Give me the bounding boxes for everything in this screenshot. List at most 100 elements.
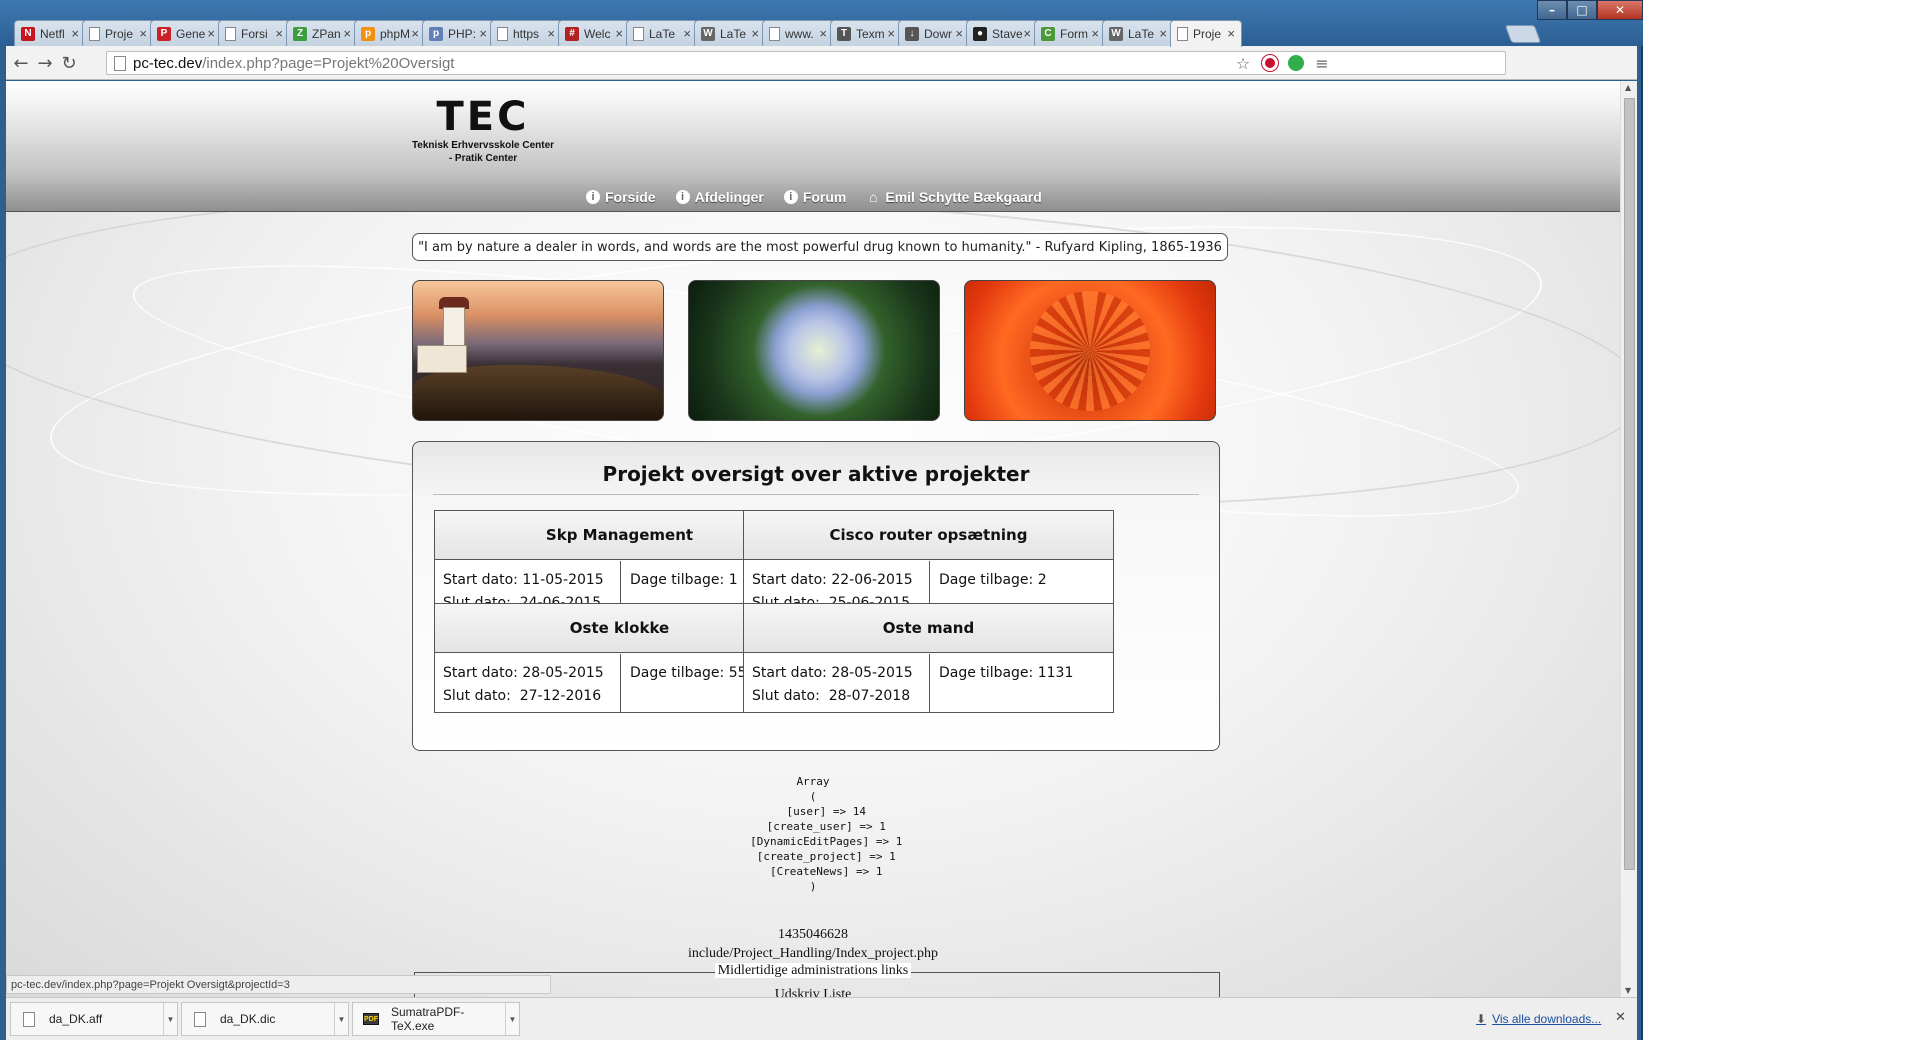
end-date: 27-12-2016 (519, 688, 602, 704)
logo-mark: TEC (436, 94, 530, 140)
scroll-down-arrow-icon[interactable]: ▼ (1625, 986, 1631, 995)
project-days: Dage tilbage: 1131 (931, 654, 1113, 713)
close-icon[interactable]: × (1023, 26, 1031, 41)
adblock-icon[interactable] (1261, 54, 1279, 72)
main-nav: i Forside i Afdelinger i Forum ⌂ Emil Sc… (586, 189, 1042, 205)
close-icon[interactable]: × (139, 26, 147, 41)
close-icon[interactable]: × (547, 26, 555, 41)
status-bubble: pc-tec.dev/index.php?page=Projekt Oversi… (6, 975, 551, 994)
close-icon[interactable]: × (207, 26, 215, 41)
minimize-button[interactable]: – (1537, 0, 1567, 20)
browser-tab[interactable]: T Texm × (830, 20, 902, 46)
browser-tab[interactable]: C Form × (1034, 20, 1106, 46)
browser-window: N Netfl × Proje × P Gene × Forsi × Z ZPan × p phpM × p PH… (0, 0, 1643, 1040)
browser-tab[interactable]: ↓ Dowr × (898, 20, 970, 46)
cliff-shape (413, 365, 663, 420)
close-icon[interactable]: × (683, 26, 691, 41)
nav-item-forum[interactable]: i Forum (783, 189, 847, 205)
scrollbar-thumb[interactable] (1624, 98, 1635, 870)
page-icon (225, 26, 236, 41)
download-icon: ↓ (905, 26, 919, 41)
download-name: SumatraPDF-TeX.exe (391, 1005, 465, 1033)
desktop: N Netfl × Proje × P Gene × Forsi × Z ZPan × p phpM × p PH… (0, 0, 1914, 1040)
project-card[interactable]: Oste mand Start dato: 28-05-2015 Slut da… (743, 603, 1114, 713)
scroll-up-arrow-icon[interactable]: ▲ (1625, 83, 1631, 92)
browser-tab[interactable]: p phpM × (354, 20, 426, 46)
chevron-down-icon[interactable]: ▼ (334, 1003, 348, 1035)
zpanel-icon: Z (293, 26, 307, 41)
menu-icon[interactable]: ≡ (1313, 54, 1331, 73)
browser-tab[interactable]: Forsi × (218, 20, 290, 46)
show-all-downloads-link[interactable]: ⬇ Vis alle downloads... (1476, 1012, 1601, 1026)
chevron-down-icon[interactable]: ▼ (163, 1003, 177, 1035)
tec-logo[interactable]: TEC Teknisk Erhvervsskole Center - Prati… (408, 95, 558, 165)
chrysanthemum-photo (964, 280, 1216, 421)
page-viewport[interactable]: TEC Teknisk Erhvervsskole Center - Prati… (6, 81, 1637, 997)
window-controls: – □ ✕ (1537, 0, 1643, 20)
back-button[interactable]: ← (10, 52, 32, 74)
close-icon[interactable]: × (615, 26, 623, 41)
hydrangea-photo (688, 280, 940, 421)
browser-tab[interactable]: Proje × (1170, 20, 1242, 47)
exe-icon: PDF (363, 1013, 379, 1025)
address-path: /index.php?page=Projekt%20Oversigt (202, 54, 455, 72)
page-icon (497, 26, 508, 41)
close-icon[interactable]: × (71, 26, 79, 41)
browser-tab[interactable]: LaTe × (626, 20, 698, 46)
page-icon (633, 26, 644, 41)
forward-button[interactable]: → (34, 52, 56, 74)
close-icon[interactable]: × (343, 26, 351, 41)
projects-title: Projekt oversigt over aktive projekter (602, 462, 1030, 486)
download-item[interactable]: da_DK.dic ▼ (181, 1002, 349, 1036)
nav-item-afdelinger[interactable]: i Afdelinger (675, 189, 764, 205)
project-dates: Start dato: 28-05-2015 Slut dato: 27-12-… (435, 654, 621, 713)
info-icon: i (783, 190, 798, 204)
close-window-button[interactable]: ✕ (1597, 0, 1643, 20)
days-value: 1 (728, 572, 738, 588)
close-icon[interactable]: × (275, 26, 283, 41)
close-icon[interactable]: × (1227, 26, 1235, 41)
close-icon[interactable]: × (479, 26, 487, 41)
close-icon[interactable]: × (819, 26, 827, 41)
nav-item-forside[interactable]: i Forside (586, 189, 656, 205)
project-name[interactable]: Oste mand (744, 604, 1113, 653)
extension-icon[interactable] (1287, 54, 1305, 72)
browser-tab[interactable]: www. × (762, 20, 834, 46)
new-tab-button[interactable] (1504, 25, 1542, 43)
close-icon[interactable]: ✕ (1615, 1010, 1626, 1025)
bookmark-star-icon[interactable]: ☆ (1234, 54, 1252, 73)
chevron-down-icon[interactable]: ▼ (505, 1003, 519, 1035)
close-icon[interactable]: × (1091, 26, 1099, 41)
browser-tab[interactable]: https × (490, 20, 562, 46)
logo-line-1: Teknisk Erhvervsskole Center (411, 140, 555, 151)
vertical-scrollbar[interactable]: ▲ ▼ (1620, 81, 1637, 997)
browser-tab[interactable]: Proje × (82, 20, 154, 46)
close-icon[interactable]: × (887, 26, 895, 41)
browser-tab[interactable]: W LaTe × (1102, 20, 1174, 46)
page-icon (769, 26, 780, 41)
browser-tab[interactable]: Z ZPan × (286, 20, 358, 46)
close-icon[interactable]: × (1159, 26, 1167, 41)
close-icon[interactable]: × (751, 26, 759, 41)
info-icon: i (586, 190, 600, 204)
nav-label: Forside (605, 189, 656, 205)
end-label: Slut dato: (443, 688, 511, 704)
browser-tab[interactable]: P Gene × (150, 20, 222, 46)
close-icon[interactable]: × (411, 26, 419, 41)
project-name[interactable]: Cisco router opsætning (744, 511, 1113, 560)
download-item[interactable]: PDF SumatraPDF-TeX.exe ▼ (352, 1002, 520, 1036)
nav-label: Emil Schytte Bækgaard (885, 189, 1042, 205)
nav-label: Forum (802, 189, 847, 205)
browser-tab[interactable]: ● Stave × (966, 20, 1038, 46)
quote-text: "I am by nature a dealer in words, and w… (418, 239, 1222, 255)
nav-item-user[interactable]: ⌂ Emil Schytte Bækgaard (866, 189, 1042, 205)
reload-button[interactable]: ↻ (58, 52, 80, 74)
close-icon[interactable]: × (955, 26, 963, 41)
download-item[interactable]: da_DK.aff ▼ (10, 1002, 178, 1036)
browser-tab[interactable]: W LaTe × (694, 20, 766, 46)
browser-tab[interactable]: p PHP: × (422, 20, 494, 46)
browser-tab[interactable]: # Welc × (558, 20, 630, 46)
browser-tab[interactable]: N Netfl × (14, 20, 86, 46)
maximize-button[interactable]: □ (1567, 0, 1597, 20)
page-icon (89, 26, 100, 41)
